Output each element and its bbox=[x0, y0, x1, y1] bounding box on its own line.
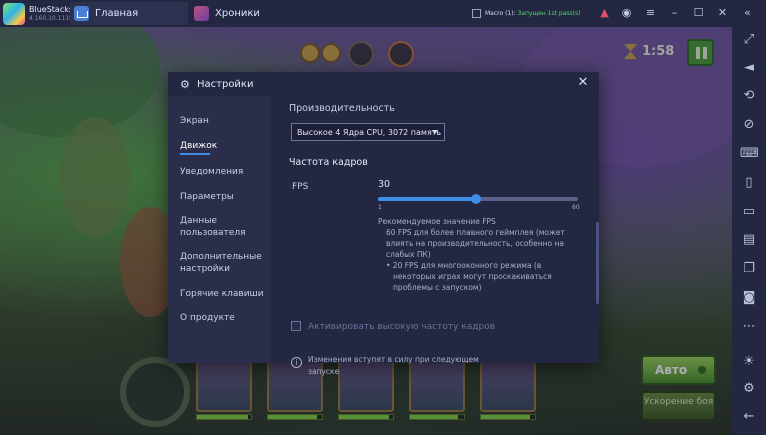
macro-status[interactable]: Macro (1): Запущен 1st pass(s) bbox=[472, 5, 582, 22]
nav-item-preferences[interactable]: Параметры bbox=[180, 191, 268, 203]
tab-game[interactable]: Хроники bbox=[190, 2, 310, 25]
active-underline bbox=[180, 153, 210, 155]
app-name-block: BlueStacks 4.160.10.1119 bbox=[29, 5, 73, 23]
fps-value: 30 bbox=[378, 179, 391, 190]
fps-slider[interactable] bbox=[378, 194, 578, 204]
title-bar: BlueStacks 4.160.10.1119 Главная Хроники… bbox=[0, 0, 766, 27]
nav-item-label: Параметры bbox=[180, 192, 234, 202]
tab-home-label: Главная bbox=[95, 8, 139, 19]
dialog-title: Настройки bbox=[197, 78, 254, 90]
nav-item-label: Уведомления bbox=[180, 167, 244, 177]
volume-icon[interactable]: ◄ bbox=[740, 59, 758, 77]
settings-nav: Экран Движок Уведомления Параметры Данны… bbox=[168, 96, 271, 363]
engine-settings-panel: Производительность Высокое 4 Ядра CPU, 3… bbox=[271, 96, 599, 376]
performance-label: Производительность bbox=[289, 103, 395, 114]
minimize-icon[interactable]: – bbox=[668, 6, 681, 19]
tab-game-label: Хроники bbox=[215, 8, 260, 19]
fps-recommendation-line: проблемы с запуском) bbox=[393, 283, 482, 292]
right-toolbar: ⤢ ◄ ⟲ ⊘ ⌨ ▯ ▭ ▤ ❐ ◙ ⋯ ☀ ⚙ ← bbox=[732, 27, 766, 435]
macro-prefix: Macro (1): bbox=[485, 10, 516, 17]
performance-select-value: Высокое 4 Ядра CPU, 3072 память bbox=[297, 127, 442, 137]
settings-gear-icon: ⚙ bbox=[180, 77, 190, 91]
framerate-heading: Частота кадров bbox=[289, 157, 368, 168]
back-icon[interactable]: ← bbox=[740, 408, 758, 426]
nav-item-about[interactable]: О продукте bbox=[180, 312, 268, 324]
performance-select[interactable]: Высокое 4 Ядра CPU, 3072 память bbox=[291, 123, 445, 141]
more-options-icon[interactable]: ⋯ bbox=[740, 318, 758, 336]
screenshot-icon[interactable]: ◙ bbox=[740, 289, 758, 307]
game-icon bbox=[194, 6, 209, 21]
maximize-icon[interactable]: ☐ bbox=[692, 6, 705, 19]
fps-recommendation-line: • 20 FPS для многооконного режима (в bbox=[386, 261, 542, 270]
macro-state: Запущен 1st pass(s) bbox=[517, 10, 581, 17]
nav-item-engine[interactable]: Движок bbox=[180, 140, 268, 155]
macro-icon bbox=[472, 9, 481, 18]
keyboard-icon[interactable]: ⌨ bbox=[740, 145, 759, 163]
media-folder-icon[interactable]: ▤ bbox=[740, 231, 758, 249]
close-dialog-icon[interactable]: ✕ bbox=[577, 76, 589, 89]
high-fps-checkbox[interactable] bbox=[291, 321, 301, 331]
fps-recommendation-line: влиять на производительность, особенно н… bbox=[386, 239, 565, 248]
nav-item-notifications[interactable]: Уведомления bbox=[180, 166, 268, 178]
fps-recommendation-line: 60 FPS для более плавного геймплея (може… bbox=[386, 228, 565, 237]
fps-slider-min: 1 bbox=[378, 204, 382, 211]
fps-slider-fill bbox=[378, 197, 477, 201]
fullscreen-icon[interactable]: ⤢ bbox=[740, 31, 758, 49]
home-icon bbox=[74, 6, 89, 21]
account-icon[interactable]: ◉ bbox=[620, 6, 633, 19]
close-window-icon[interactable]: ✕ bbox=[716, 6, 729, 19]
nav-item-label: О продукте bbox=[180, 313, 235, 323]
info-icon: i bbox=[291, 357, 302, 368]
bluestacks-logo bbox=[3, 2, 25, 25]
app-version: 4.160.10.1119 bbox=[29, 14, 73, 22]
fps-recommendation-line: слабых ПК) bbox=[386, 250, 431, 259]
screen-rotate-icon[interactable]: ⟲ bbox=[740, 87, 758, 105]
no-touch-icon[interactable]: ⊘ bbox=[740, 116, 758, 134]
multi-instance-icon[interactable]: ❐ bbox=[740, 260, 758, 278]
tab-home[interactable]: Главная bbox=[70, 2, 188, 25]
nav-item-user-data[interactable]: Данные пользователя bbox=[180, 215, 246, 239]
restart-info-text: Изменения вступят в силу при следующем з… bbox=[308, 355, 479, 376]
nav-item-label: Дополнительные настройки bbox=[180, 252, 262, 274]
nav-item-label: Движок bbox=[180, 141, 218, 151]
nav-item-label: Горячие клавиши bbox=[180, 289, 264, 299]
fps-recommendation-line: некоторых играх могут проскакиваться bbox=[393, 272, 552, 281]
nav-item-advanced[interactable]: Дополнительные настройки bbox=[180, 251, 262, 275]
install-apk-icon[interactable]: ▯ bbox=[740, 174, 758, 192]
macro-recorder-icon[interactable]: ▭ bbox=[740, 203, 758, 221]
fps-recommendation-title: Рекомендуемое значение FPS bbox=[378, 217, 496, 226]
fps-slider-max: 60 bbox=[572, 204, 580, 211]
fps-slider-thumb[interactable] bbox=[471, 194, 482, 204]
dialog-header: ⚙ Настройки ✕ bbox=[168, 72, 599, 96]
nav-item-label: Данные пользователя bbox=[180, 216, 246, 238]
nav-item-label: Экран bbox=[180, 116, 209, 126]
nav-item-hotkeys[interactable]: Горячие клавиши bbox=[180, 288, 268, 300]
brightness-icon[interactable]: ☀ bbox=[740, 353, 758, 371]
settings-dialog: ⚙ Настройки ✕ Экран Движок Уведомления П… bbox=[168, 72, 599, 376]
fps-label: FPS bbox=[292, 182, 309, 192]
chevron-down-icon bbox=[432, 130, 438, 134]
app-name: BlueStacks bbox=[29, 4, 74, 14]
menu-icon[interactable]: ≡ bbox=[644, 6, 657, 19]
nav-item-screen[interactable]: Экран bbox=[180, 115, 268, 127]
notification-bell-icon[interactable]: ▲ bbox=[598, 6, 611, 19]
settings-gear-icon[interactable]: ⚙ bbox=[740, 380, 758, 398]
high-fps-checkbox-label: Активировать высокую частоту кадров bbox=[308, 322, 496, 332]
content-scrollbar[interactable] bbox=[596, 222, 599, 304]
back-arrow-icon[interactable]: « bbox=[741, 6, 754, 19]
